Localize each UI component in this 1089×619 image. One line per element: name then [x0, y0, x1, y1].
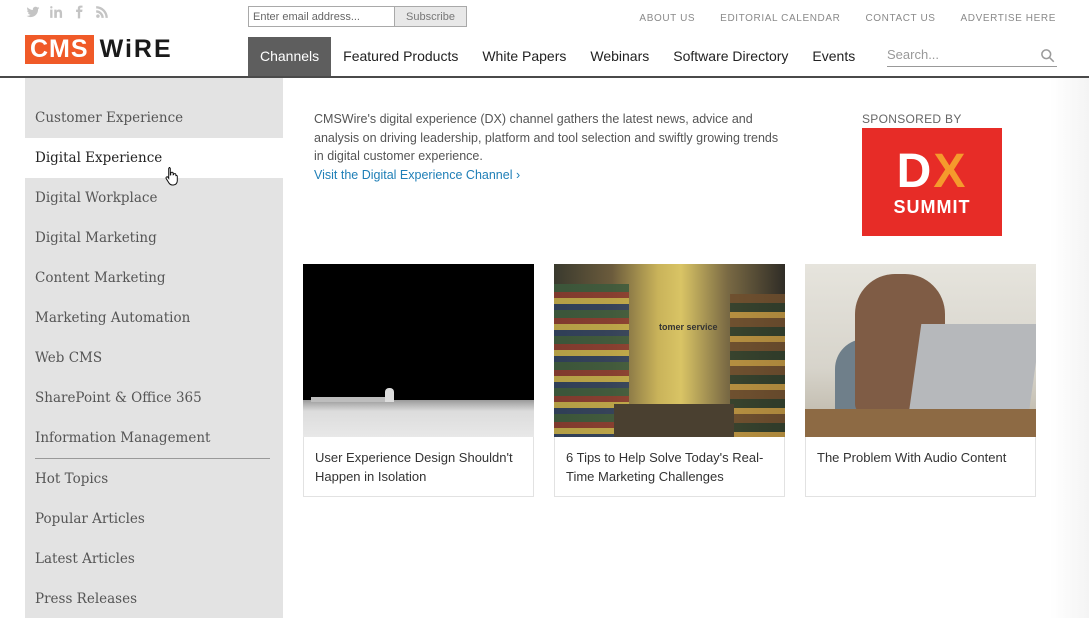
article-title[interactable]: The Problem With Audio Content — [806, 437, 1035, 467]
article-image[interactable]: tomer service — [554, 264, 785, 437]
channel-description: CMSWire's digital experience (DX) channe… — [314, 112, 779, 163]
sidebar-item-hot-topics[interactable]: Hot Topics — [25, 459, 283, 499]
sidebar-item-popular-articles[interactable]: Popular Articles — [25, 499, 283, 539]
article-card[interactable]: User Experience Design Shouldn't Happen … — [303, 264, 534, 497]
search-icon[interactable] — [1040, 48, 1055, 63]
image-desk — [805, 409, 1036, 437]
sponsor-logo-x: X — [933, 145, 968, 198]
sidebar-item-content-marketing[interactable]: Content Marketing — [25, 258, 283, 298]
image-bench — [311, 397, 391, 402]
image-laptop — [908, 324, 1036, 414]
sponsor-logo-d: D — [896, 145, 934, 198]
article-card[interactable]: The Problem With Audio Content — [805, 264, 1036, 497]
sidebar-item-marketing-automation[interactable]: Marketing Automation — [25, 298, 283, 338]
channel-intro: CMSWire's digital experience (DX) channe… — [314, 110, 784, 184]
social-links — [25, 5, 109, 19]
image-store-sign: tomer service — [659, 322, 718, 332]
nav-events[interactable]: Events — [800, 37, 867, 76]
linkedin-icon[interactable] — [48, 5, 63, 19]
sidebar-item-digital-marketing[interactable]: Digital Marketing — [25, 218, 283, 258]
search-box — [887, 45, 1057, 67]
article-image[interactable] — [303, 264, 534, 437]
facebook-icon[interactable] — [71, 5, 86, 19]
cmswire-logo[interactable]: CMS WiRE — [25, 35, 173, 64]
sidebar-item-digital-experience[interactable]: Digital Experience — [25, 138, 283, 178]
email-field[interactable] — [248, 6, 394, 27]
sidebar-item-information-management[interactable]: Information Management — [25, 418, 283, 458]
contact-us-link[interactable]: CONTACT US — [865, 13, 935, 24]
article-title[interactable]: 6 Tips to Help Solve Today's Real-Time M… — [555, 437, 784, 486]
hand-cursor-icon — [165, 167, 178, 186]
subscribe-form: Subscribe — [248, 6, 467, 27]
search-input[interactable] — [887, 45, 1032, 64]
dx-summit-sponsor-logo[interactable]: DX SUMMIT — [862, 128, 1002, 236]
channels-sidebar: Customer Experience Digital Experience D… — [25, 78, 283, 618]
main-nav: Channels Featured Products White Papers … — [248, 37, 867, 76]
nav-white-papers[interactable]: White Papers — [470, 37, 578, 76]
sidebar-item-latest-articles[interactable]: Latest Articles — [25, 539, 283, 579]
advertise-here-link[interactable]: ADVERTISE HERE — [961, 13, 1056, 24]
sponsor-logo-summit: SUMMIT — [893, 197, 971, 217]
image-floor — [614, 404, 734, 437]
about-us-link[interactable]: ABOUT US — [639, 13, 695, 24]
article-image[interactable] — [805, 264, 1036, 437]
nav-software-directory[interactable]: Software Directory — [661, 37, 800, 76]
sponsor-label: SPONSORED BY — [862, 112, 962, 126]
image-shelf — [730, 294, 785, 437]
nav-featured-products[interactable]: Featured Products — [331, 37, 470, 76]
image-person — [385, 388, 394, 402]
nav-channels[interactable]: Channels — [248, 37, 332, 76]
utility-links: ABOUT US EDITORIAL CALENDAR CONTACT US A… — [614, 13, 1056, 24]
sidebar-item-press-releases[interactable]: Press Releases — [25, 579, 283, 619]
article-title[interactable]: User Experience Design Shouldn't Happen … — [304, 437, 533, 486]
twitter-icon[interactable] — [25, 5, 40, 19]
nav-webinars[interactable]: Webinars — [578, 37, 661, 76]
visit-channel-link[interactable]: Visit the Digital Experience Channel › — [314, 166, 784, 185]
sidebar-item-web-cms[interactable]: Web CMS — [25, 338, 283, 378]
rss-icon[interactable] — [94, 5, 109, 19]
sidebar-item-sharepoint[interactable]: SharePoint & Office 365 — [25, 378, 283, 418]
image-floor — [303, 400, 534, 437]
editorial-calendar-link[interactable]: EDITORIAL CALENDAR — [720, 13, 840, 24]
sidebar-item-customer-experience[interactable]: Customer Experience — [25, 98, 283, 138]
article-card[interactable]: tomer service 6 Tips to Help Solve Today… — [554, 264, 785, 497]
page-edge-shadow — [1050, 78, 1089, 618]
logo-cms: CMS — [25, 35, 94, 64]
sidebar-item-digital-workplace[interactable]: Digital Workplace — [25, 178, 283, 218]
subscribe-button[interactable]: Subscribe — [394, 6, 467, 27]
sponsor-logo-dx: DX — [862, 148, 1002, 196]
logo-wire: WiRE — [99, 35, 173, 63]
